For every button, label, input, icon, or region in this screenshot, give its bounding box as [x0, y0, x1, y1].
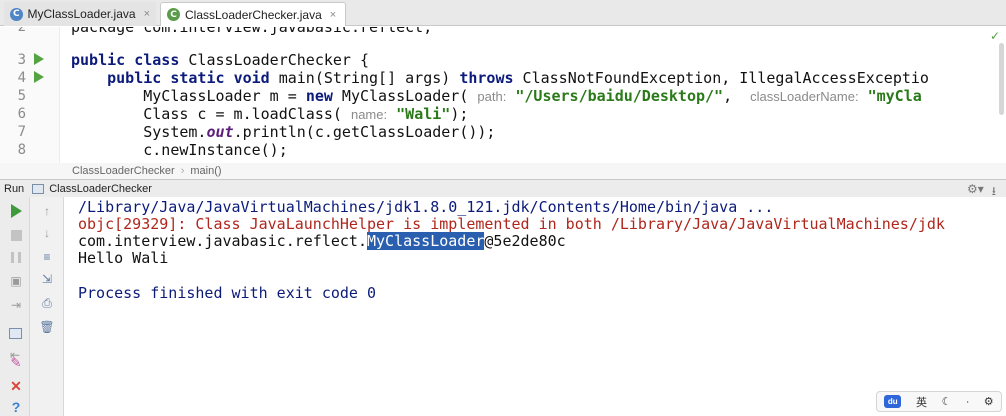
dot-icon: ∙	[966, 395, 970, 408]
line-number: 8	[17, 142, 26, 158]
run-gutter-icon[interactable]	[34, 53, 44, 65]
code-text: public static void main(String[] args) t…	[107, 69, 929, 87]
line-number: 3	[17, 52, 26, 68]
line-number: 5	[17, 88, 26, 104]
input-method-logo-icon: du	[884, 395, 902, 408]
input-language: 英	[915, 396, 927, 409]
help-button[interactable]: ?	[8, 399, 24, 415]
tab-label: MyClassLoader.java	[27, 7, 136, 21]
code-line: 8 c.newInstance();	[0, 141, 1006, 159]
soft-wrap-icon: ≡	[43, 250, 51, 264]
breadcrumb: ClassLoaderChecker › main()	[0, 163, 1006, 179]
pause-icon	[11, 251, 21, 263]
code-text: System.out.println(c.getClassLoader());	[143, 123, 496, 141]
print-button[interactable]: ⎙	[39, 295, 55, 311]
stop-icon	[10, 229, 22, 241]
tab-myclassloader[interactable]: C MyClassLoader.java ×	[4, 2, 156, 26]
pin-tab-button[interactable]: ✎	[8, 355, 24, 371]
code-text: MyClassLoader m = new MyClassLoader( pat…	[143, 87, 922, 105]
code-line: 7 System.out.println(c.getClassLoader())…	[0, 123, 1006, 141]
run-toolbar-primary: ▣ ⇥ ⇤ ✎ ✕ ?	[0, 197, 30, 416]
soft-wrap-button[interactable]: ≡	[39, 249, 55, 265]
java-class-icon: C	[10, 7, 23, 21]
param-hint: classLoaderName:	[750, 89, 859, 104]
input-method-indicator[interactable]: du 英 ☾ ∙ ⚙	[876, 391, 1002, 412]
run-gutter-icon[interactable]	[34, 71, 44, 83]
breadcrumb-class[interactable]: ClassLoaderChecker	[72, 165, 175, 177]
moon-icon: ☾	[941, 396, 952, 408]
rerun-button[interactable]	[8, 203, 24, 219]
scroll-to-end-button[interactable]: ⇲	[39, 271, 55, 287]
code-line: 6 Class c = m.loadClass( name: "Wali");	[0, 105, 1006, 123]
console-command-line: /Library/Java/JavaVirtualMachines/jdk1.8…	[78, 198, 774, 216]
scroll-down-button[interactable]: ↓	[39, 225, 55, 241]
line-number: 2	[17, 27, 26, 35]
code-editor[interactable]: ✓ 2 package com.interview.javabasic.refl…	[0, 27, 1006, 163]
code-line: 2 package com.interview.javabasic.reflec…	[0, 27, 1006, 36]
code-text: c.newInstance();	[143, 141, 288, 159]
breadcrumb-method[interactable]: main()	[190, 165, 221, 177]
clear-all-button[interactable]: 🗑	[39, 319, 55, 335]
trash-icon: 🗑	[39, 320, 55, 334]
help-icon: ?	[11, 399, 21, 415]
layout-icon	[8, 327, 22, 339]
editor-tab-bar: C MyClassLoader.java × C ClassLoaderChec…	[0, 0, 1006, 26]
play-icon	[10, 204, 22, 218]
tab-classloaderchecker[interactable]: C ClassLoaderChecker.java ×	[160, 2, 346, 26]
pin-icon: ✎	[10, 355, 22, 370]
code-text: Class c = m.loadClass( name: "Wali");	[143, 105, 469, 123]
line-number: 7	[17, 124, 26, 140]
arrow-up-icon: ↑	[44, 204, 50, 218]
tab-label: ClassLoaderChecker.java	[185, 7, 322, 22]
code-line: 5 MyClassLoader m = new MyClassLoader( p…	[0, 87, 1006, 105]
code-text: public class ClassLoaderChecker {	[71, 51, 370, 69]
param-hint: path:	[477, 89, 507, 104]
close-run-button[interactable]: ✕	[8, 378, 24, 394]
stop-button[interactable]	[8, 227, 24, 243]
close-icon: ✕	[10, 377, 22, 394]
close-tab-icon[interactable]: ×	[144, 8, 150, 20]
pause-button[interactable]	[8, 249, 24, 265]
java-class-icon: C	[167, 8, 180, 21]
chevron-right-icon: ›	[180, 165, 185, 177]
close-tab-icon[interactable]: ×	[330, 9, 336, 21]
settings-icon: ⚙	[983, 396, 994, 408]
console-output-line: com.interview.javabasic.reflect.MyClassL…	[78, 232, 566, 250]
selected-text: MyClassLoader	[366, 232, 485, 250]
scroll-up-button[interactable]: ↑	[39, 203, 55, 219]
console-output-line: Hello Wali	[78, 249, 169, 267]
run-toolbar-secondary: ↑ ↓ ≡ ⇲ ⎙ 🗑	[30, 197, 64, 416]
scroll-end-icon: ⇲	[41, 272, 53, 286]
run-panel-title: Run	[4, 182, 25, 195]
layout-button[interactable]	[7, 325, 23, 341]
run-config-icon	[32, 183, 45, 194]
exit-button[interactable]: ⇥	[8, 297, 24, 313]
printer-icon: ⎙	[42, 295, 52, 310]
console-error-line: objc[29329]: Class JavaLaunchHelper is i…	[78, 215, 945, 233]
code-text: package com.interview.javabasic.reflect;	[71, 27, 433, 36]
exit-icon: ⇥	[10, 298, 22, 312]
dump-threads-button[interactable]: ▣	[8, 273, 24, 289]
code-line: 4 public static void main(String[] args)…	[0, 69, 1006, 87]
code-line: 3 public class ClassLoaderChecker {	[0, 51, 1006, 69]
line-number: 6	[17, 106, 26, 122]
line-number: 4	[17, 70, 26, 86]
console-exit-line: Process finished with exit code 0	[78, 284, 377, 302]
param-hint: name:	[350, 107, 388, 122]
console-output[interactable]: /Library/Java/JavaVirtualMachines/jdk1.8…	[64, 197, 1006, 416]
arrow-down-icon: ↓	[44, 226, 50, 240]
run-config-name[interactable]: ClassLoaderChecker	[49, 183, 152, 195]
run-panel-header: Run ClassLoaderChecker ⚙▾ ⭳	[0, 179, 1006, 198]
camera-icon: ▣	[10, 274, 22, 288]
